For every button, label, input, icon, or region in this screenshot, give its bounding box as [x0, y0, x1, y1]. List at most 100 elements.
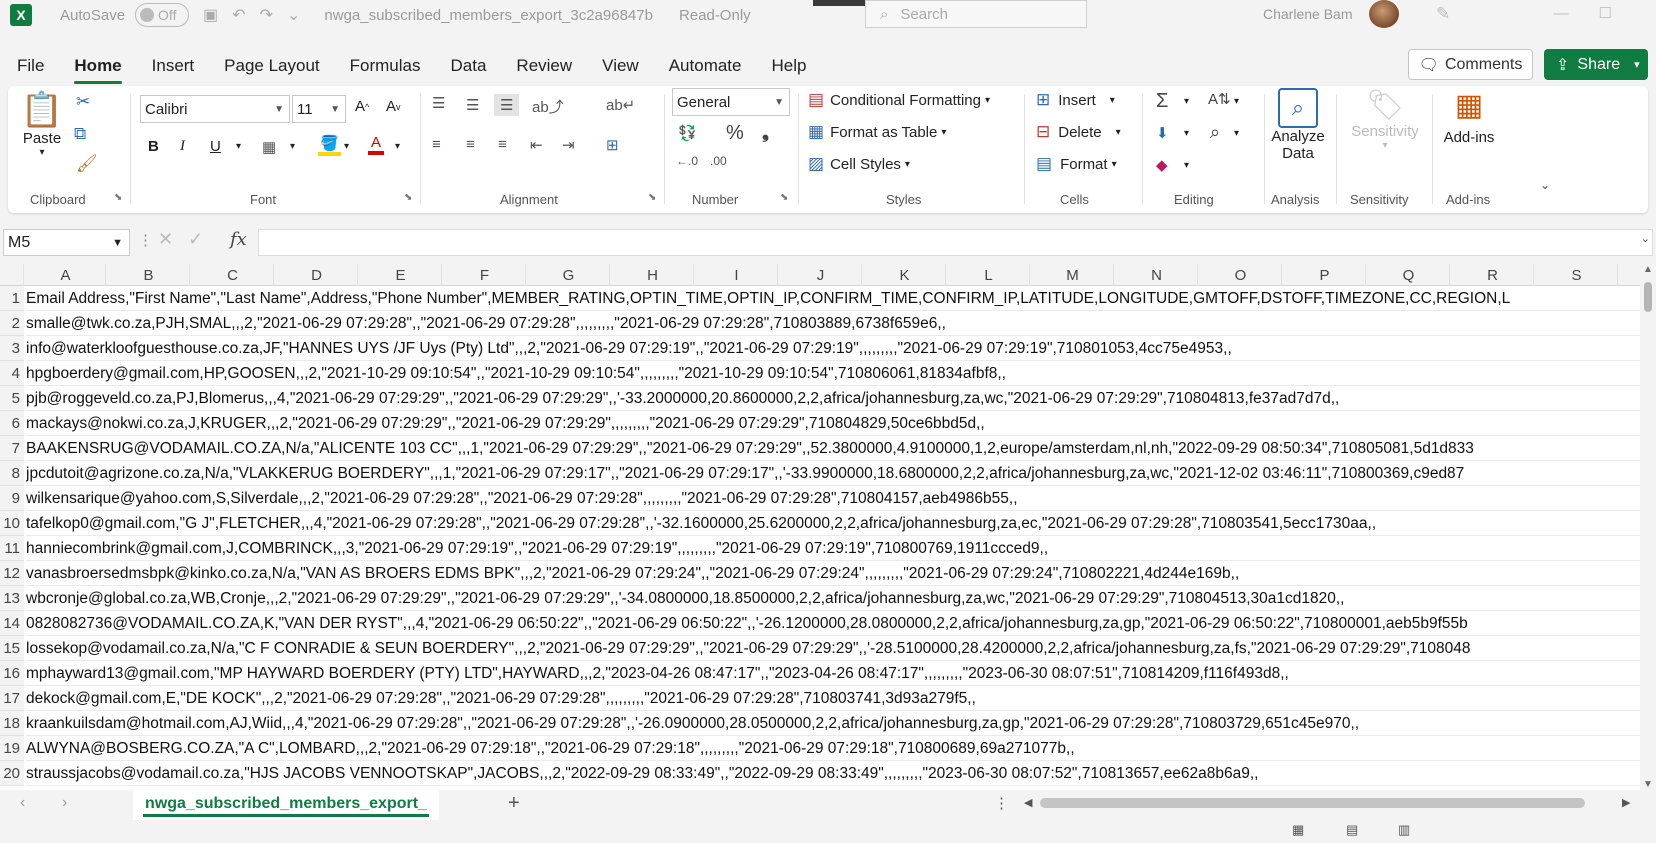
page-break-view-icon[interactable]: ▥ — [1398, 822, 1410, 838]
table-row[interactable]: hpgboerdery@gmail.com,HP,GOOSEN,,,2,"202… — [26, 361, 1640, 386]
save-icon[interactable]: ▣ — [203, 5, 218, 25]
table-row[interactable]: lossekop@vodamail.co.za,N/a,"C F CONRADI… — [26, 636, 1640, 661]
row-header[interactable]: 8 — [0, 461, 24, 486]
row-header[interactable]: 10 — [0, 511, 24, 536]
accounting-format-icon[interactable]: 💱 — [678, 124, 697, 142]
sort-filter-icon[interactable]: A⇅ — [1208, 90, 1231, 108]
tab-page-layout[interactable]: Page Layout — [224, 56, 319, 76]
table-row[interactable]: wbcronje@global.co.za,WB,Cronje,,,2,"202… — [26, 586, 1640, 611]
column-header-r[interactable]: R — [1452, 264, 1534, 286]
increase-indent-icon[interactable]: ⇥ — [562, 136, 575, 154]
row-header[interactable]: 7 — [0, 436, 24, 461]
user-name[interactable]: Charlene Bam — [1263, 6, 1353, 22]
row-header[interactable]: 5 — [0, 386, 24, 411]
row-header[interactable]: 9 — [0, 486, 24, 511]
row-header[interactable]: 18 — [0, 711, 24, 736]
column-header-f[interactable]: F — [444, 264, 526, 286]
scroll-right-icon[interactable]: ▶ — [1622, 796, 1630, 809]
row-header[interactable]: 12 — [0, 561, 24, 586]
page-layout-view-icon[interactable]: ▤ — [1346, 822, 1358, 838]
row-header[interactable]: 16 — [0, 661, 24, 686]
addins-button[interactable]: ▦ Add-ins — [1436, 88, 1502, 146]
underline-icon[interactable]: U — [210, 138, 221, 155]
insert-function-icon[interactable]: fx — [230, 229, 247, 250]
format-cells-button[interactable]: ▤ Format ▾ — [1036, 154, 1117, 174]
redo-icon[interactable]: ↷ — [260, 5, 273, 25]
row-header[interactable]: 4 — [0, 361, 24, 386]
pen-icon[interactable]: ✎ — [1436, 4, 1450, 24]
row-header[interactable]: 1 — [0, 286, 24, 311]
add-sheet-icon[interactable]: + — [508, 792, 520, 815]
table-row[interactable]: tafelkop0@gmail.com,"G J",FLETCHER,,,4,"… — [26, 511, 1640, 536]
share-button[interactable]: ⇪ Share ▾ — [1544, 49, 1648, 80]
find-select-icon[interactable]: ⌕ — [1210, 122, 1220, 143]
row-header[interactable]: 17 — [0, 686, 24, 711]
tab-data[interactable]: Data — [451, 56, 487, 76]
select-all-corner[interactable] — [0, 264, 24, 286]
align-middle-icon[interactable]: ☰ — [466, 96, 479, 114]
chevron-down-icon[interactable]: ▾ — [395, 141, 400, 152]
more-options-icon[interactable]: ⋮ — [138, 231, 153, 249]
column-header-i[interactable]: I — [696, 264, 778, 286]
merge-center-icon[interactable]: ⊞ — [606, 136, 619, 154]
sensitivity-button[interactable]: 🏷 Sensitivity ▾ — [1342, 88, 1428, 151]
font-launcher-icon[interactable]: ⬊ — [404, 192, 412, 203]
insert-cells-button[interactable]: ⊞ Insert ▾ — [1036, 90, 1115, 110]
table-row[interactable]: 0828082736@VODAMAIL.CO.ZA,K,"VAN DER RYS… — [26, 611, 1640, 636]
table-row[interactable]: kraankuilsdam@hotmail.com,AJ,Wiid,,,4,"2… — [26, 711, 1640, 736]
increase-font-icon[interactable]: A ^ — [355, 98, 369, 115]
row-header[interactable]: 14 — [0, 611, 24, 636]
row-header[interactable]: 3 — [0, 336, 24, 361]
row-header[interactable]: 11 — [0, 536, 24, 561]
table-row[interactable]: straussjacobs@vodamail.co.za,"HJS JACOBS… — [26, 761, 1640, 786]
paste-button[interactable]: 📋 Paste ▾ — [20, 90, 64, 158]
clear-icon[interactable]: ◆ — [1156, 156, 1168, 174]
table-row[interactable]: info@waterkloofguesthouse.co.za,JF,"HANN… — [26, 336, 1640, 361]
chevron-down-icon[interactable]: ▾ — [1184, 128, 1189, 139]
expand-formula-icon[interactable]: ⌄ — [1641, 232, 1650, 245]
next-sheet-icon[interactable]: › — [62, 794, 67, 812]
name-box[interactable]: M5 ▼ — [3, 229, 130, 256]
table-row[interactable]: mackays@nokwi.co.za,J,KRUGER,,,2,"2021-0… — [26, 411, 1640, 436]
scroll-down-icon[interactable]: ▼ — [1643, 779, 1653, 790]
decrease-indent-icon[interactable]: ⇤ — [530, 136, 543, 154]
percent-icon[interactable]: % — [726, 122, 744, 145]
sheet-tab[interactable]: nwga_subscribed_members_export_ — [133, 790, 439, 820]
spreadsheet-grid[interactable]: A B C D E F G H I J K L M N O P Q R S 1 … — [0, 264, 1640, 790]
table-row[interactable]: BAAKENSRUG@VODAMAIL.CO.ZA,N/a,"ALICENTE … — [26, 436, 1640, 461]
analyze-data-button[interactable]: ⌕ Analyze Data — [1270, 88, 1326, 162]
table-row[interactable]: ALWYNA@BOSBERG.CO.ZA,"A C",LOMBARD,,,2,"… — [26, 736, 1640, 761]
format-painter-icon[interactable]: 🖌 — [76, 154, 98, 174]
column-header-p[interactable]: P — [1284, 264, 1366, 286]
row-header[interactable]: 6 — [0, 411, 24, 436]
column-header-m[interactable]: M — [1032, 264, 1114, 286]
column-header-b[interactable]: B — [108, 264, 190, 286]
font-size-select[interactable]: 11 ▼ — [292, 95, 346, 123]
orientation-icon[interactable]: ab⤴ — [532, 96, 564, 117]
vertical-scrollbar[interactable]: ▲ ▼ — [1640, 264, 1656, 790]
column-header-l[interactable]: L — [948, 264, 1030, 286]
cell-styles-button[interactable]: ▨ Cell Styles ▾ — [808, 154, 910, 174]
table-row[interactable]: Email Address,"First Name","Last Name",A… — [26, 286, 1640, 311]
bold-icon[interactable]: B — [148, 138, 159, 155]
comma-style-icon[interactable]: ❟ — [762, 122, 769, 143]
tab-formulas[interactable]: Formulas — [350, 56, 421, 76]
column-header-k[interactable]: K — [864, 264, 946, 286]
formula-input[interactable] — [258, 229, 1653, 256]
row-header[interactable]: 19 — [0, 736, 24, 761]
row-header[interactable]: 2 — [0, 311, 24, 336]
column-header-d[interactable]: D — [276, 264, 358, 286]
align-top-icon[interactable]: ☰ — [432, 94, 445, 112]
decrease-decimal-icon[interactable]: .00 — [710, 154, 727, 168]
chevron-down-icon[interactable]: ▾ — [1184, 96, 1189, 107]
undo-icon[interactable]: ↶ — [232, 5, 245, 25]
increase-decimal-icon[interactable]: ←.0 — [676, 154, 698, 168]
column-header-s[interactable]: S — [1536, 264, 1618, 286]
number-format-select[interactable]: General ▼ — [672, 88, 790, 116]
align-center-icon[interactable]: ≡ — [466, 136, 475, 153]
window-controls[interactable]: —☐ — [1554, 4, 1642, 22]
align-left-icon[interactable]: ≡ — [432, 136, 441, 153]
normal-view-icon[interactable]: ▦ — [1292, 822, 1304, 838]
comments-button[interactable]: 🗨 Comments — [1408, 49, 1533, 80]
tab-help[interactable]: Help — [771, 56, 806, 76]
